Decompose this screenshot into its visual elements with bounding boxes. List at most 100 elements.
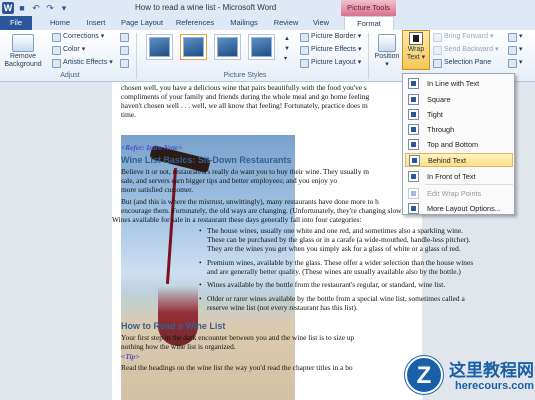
tab-page-layout[interactable]: Page Layout <box>116 16 168 30</box>
menu-item-more-layout-options[interactable]: More Layout Options... <box>405 201 513 215</box>
bring-forward-icon <box>433 32 442 42</box>
refer-tag: <Refer: Intro Note> <box>121 143 183 152</box>
compress-pictures-button[interactable] <box>120 32 129 42</box>
compress-pictures-icon <box>120 32 129 42</box>
picture-style-3[interactable] <box>214 34 241 60</box>
wrap-text-menu: In Line with Text Square Tight Through T… <box>402 73 515 215</box>
rotate-icon[interactable]: ▾ <box>508 58 523 68</box>
picture-style-4[interactable] <box>248 34 275 60</box>
more-layout-options-icon <box>408 202 419 214</box>
bullet-dot: • <box>199 226 202 235</box>
watermark-domain-text: herecours.com <box>455 380 534 392</box>
document-title: How to read a wine list - Microsoft Word <box>135 3 277 12</box>
change-picture-icon <box>120 45 129 55</box>
corrections-button[interactable]: Corrections ▾ <box>52 32 104 42</box>
in-line-with-text-icon <box>408 77 419 89</box>
selection-pane-button[interactable]: Selection Pane <box>433 58 491 68</box>
remove-background-icon <box>12 34 34 52</box>
change-picture-button[interactable] <box>120 45 129 55</box>
position-button[interactable]: Position ▾ <box>372 34 402 69</box>
bullet-text: and are generally better quality. (These… <box>207 267 461 276</box>
align-icon[interactable]: ▾ <box>508 32 523 42</box>
picture-layout-icon <box>300 58 309 68</box>
bullet-text: The house wines, usually one white and o… <box>207 226 463 235</box>
undo-icon[interactable]: ↶ <box>30 2 42 14</box>
picture-style-2[interactable] <box>180 34 207 60</box>
page-overlay-text: <Refer: Intro Note> Wine List Basics: Si… <box>112 82 473 400</box>
menu-item-top-and-bottom[interactable]: Top and Bottom <box>405 137 513 151</box>
picture-layout-button[interactable]: Picture Layout ▾ <box>300 58 361 68</box>
adjust-group-label: Adjust <box>60 72 80 79</box>
heading-wine-list-basics: Wine List Basics: Sit-Down Restaurants <box>121 155 292 165</box>
picture-style-1[interactable] <box>146 34 173 60</box>
tab-file[interactable]: File <box>0 16 32 30</box>
reset-picture-button[interactable] <box>120 58 129 68</box>
picture-border-icon <box>300 32 309 42</box>
gallery-scroll-down-icon[interactable]: ▼ <box>284 44 290 54</box>
selection-pane-icon <box>433 58 442 68</box>
body-text: sale, and servers earn bigger tips and b… <box>121 176 338 185</box>
tab-references[interactable]: References <box>170 16 220 30</box>
picture-styles-group-label: Picture Styles <box>223 72 267 79</box>
bring-forward-button[interactable]: Bring Forward ▾ <box>433 32 493 42</box>
top-and-bottom-wrap-icon <box>408 138 419 150</box>
behind-text-icon <box>409 154 420 166</box>
bullet-text: They are the wines you get when you simp… <box>207 244 461 253</box>
picture-effects-icon <box>300 45 309 55</box>
position-icon <box>378 34 396 52</box>
reset-picture-icon <box>120 58 129 68</box>
bullet-text: Wines available by the bottle from the r… <box>207 280 446 289</box>
tab-insert[interactable]: Insert <box>78 16 114 30</box>
redo-icon[interactable]: ↷ <box>44 2 56 14</box>
body-text: Believe it or not, restaurateurs really … <box>121 167 370 176</box>
gallery-scroll-up-icon[interactable]: ▲ <box>284 34 290 44</box>
body-text: Read the headings on the wine list the w… <box>121 363 353 372</box>
menu-item-through[interactable]: Through <box>405 122 513 136</box>
bullet-text: These can be purchased by the glass or i… <box>207 235 471 244</box>
body-text: nothing how the wine list is organized. <box>121 342 236 351</box>
picture-effects-button[interactable]: Picture Effects ▾ <box>300 45 362 55</box>
bullet-dot: • <box>199 294 202 303</box>
in-front-of-text-icon <box>408 170 419 182</box>
body-text: But (and this is where the mistrust, unw… <box>121 197 379 206</box>
body-text: Your first step in the dark encounter be… <box>121 333 355 342</box>
corrections-icon <box>52 32 61 42</box>
word-logo-icon[interactable]: W <box>2 2 14 14</box>
gallery-more-icon[interactable]: ▾ <box>284 54 287 64</box>
quick-access-toolbar: W ■ ↶ ↷ ▾ <box>2 2 70 14</box>
wrap-text-icon <box>409 32 423 45</box>
wrap-text-button[interactable]: Wrap Text ▾ <box>402 30 430 70</box>
tab-mailings[interactable]: Mailings <box>222 16 266 30</box>
bullet-dot: • <box>199 258 202 267</box>
square-wrap-icon <box>408 93 419 105</box>
menu-item-in-line-with-text[interactable]: In Line with Text <box>405 76 513 90</box>
tab-review[interactable]: Review <box>268 16 304 30</box>
picture-border-button[interactable]: Picture Border ▾ <box>300 32 361 42</box>
customize-qat-icon[interactable]: ▾ <box>58 2 70 14</box>
remove-background-button[interactable]: Remove Background <box>2 34 44 69</box>
menu-item-behind-text[interactable]: Behind Text <box>405 153 513 167</box>
menu-item-in-front-of-text[interactable]: In Front of Text <box>405 169 513 183</box>
tab-home[interactable]: Home <box>42 16 78 30</box>
watermark-logo-icon <box>405 356 443 394</box>
tab-format[interactable]: Format <box>344 16 394 30</box>
picture-tools-contextual-header: Picture Tools <box>341 0 396 16</box>
send-backward-button[interactable]: Send Backward ▾ <box>433 45 499 55</box>
bullet-text: reserve wine list (not every restaurant … <box>207 303 358 312</box>
bullet-dot: • <box>199 280 202 289</box>
group-icon[interactable]: ▾ <box>508 45 523 55</box>
menu-item-square[interactable]: Square <box>405 92 513 106</box>
send-backward-icon <box>433 45 442 55</box>
watermark-chinese-text: 这里教程网 <box>449 361 534 381</box>
group-divider <box>368 33 369 79</box>
tab-view[interactable]: View <box>306 16 336 30</box>
body-text: encourage them. Fortunately, the old way… <box>121 206 412 215</box>
color-icon <box>52 45 61 55</box>
menu-item-tight[interactable]: Tight <box>405 107 513 121</box>
save-icon[interactable]: ■ <box>16 2 28 14</box>
artistic-effects-button[interactable]: Artistic Effects ▾ <box>52 58 113 68</box>
color-button[interactable]: Color ▾ <box>52 45 85 55</box>
menu-item-edit-wrap-points[interactable]: Edit Wrap Points <box>405 186 513 200</box>
body-text: more satisfied customer. <box>121 185 194 194</box>
menu-separator <box>425 184 513 185</box>
